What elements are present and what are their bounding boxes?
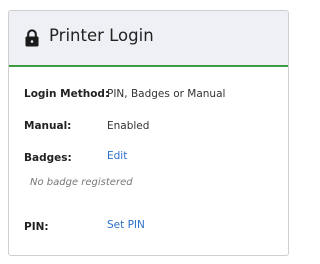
lock-icon (25, 29, 39, 47)
card-title: Printer Login (49, 26, 154, 45)
no-badge-note: No badge registered (30, 177, 133, 188)
manual-value: Enabled (107, 120, 150, 132)
login-method-label: Login Method: (24, 88, 110, 100)
manual-label: Manual: (24, 120, 72, 132)
printer-login-card: Printer Login Login Method: PIN, Badges … (8, 10, 289, 256)
card-header: Printer Login (9, 11, 288, 67)
set-pin-link[interactable]: Set PIN (107, 219, 145, 231)
pin-label: PIN: (24, 221, 49, 233)
badges-label: Badges: (24, 152, 72, 164)
edit-badges-link[interactable]: Edit (107, 150, 127, 162)
login-method-value: PIN, Badges or Manual (107, 88, 226, 100)
